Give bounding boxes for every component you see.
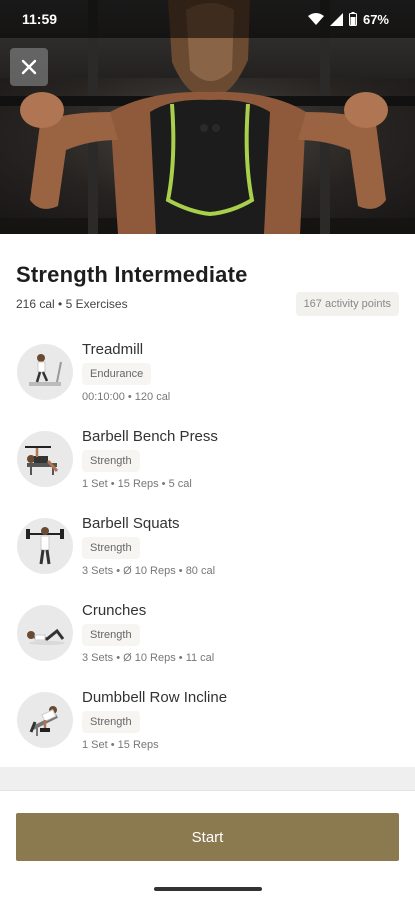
battery-icon	[348, 12, 357, 26]
exercise-name: Treadmill	[82, 341, 144, 358]
workout-meta: 216 cal • 5 Exercises	[16, 297, 128, 311]
exercise-tag: Strength	[82, 450, 140, 472]
close-icon	[21, 59, 37, 75]
exercise-name: Barbell Bench Press	[82, 428, 218, 445]
exercise-detail: 00:10:00 • 120 cal	[82, 391, 171, 403]
exercise-detail: 1 Set • 15 Reps	[82, 739, 159, 751]
hero-image: 11:59 67%	[0, 0, 415, 234]
exercise-list: Treadmill Endurance 00:10:00 • 120 cal B…	[0, 339, 415, 774]
bench-press-thumbnail	[17, 431, 73, 487]
exercise-name: Barbell Squats	[82, 515, 180, 532]
exercise-tag: Strength	[82, 711, 140, 733]
status-time: 11:59	[22, 11, 58, 27]
home-indicator[interactable]	[154, 887, 262, 891]
exercise-item-barbell-bench-press[interactable]: Barbell Bench Press Strength 1 Set • 15 …	[0, 426, 415, 513]
status-bar: 11:59 67%	[0, 0, 415, 38]
treadmill-thumbnail	[17, 344, 73, 400]
workout-title: Strength Intermediate	[16, 262, 248, 287]
close-button[interactable]	[10, 48, 48, 86]
footer: Start	[0, 790, 415, 900]
divider-strip	[0, 767, 415, 790]
exercise-tag: Endurance	[82, 363, 152, 385]
activity-points-badge: 167 activity points	[295, 292, 399, 316]
squats-thumbnail	[17, 518, 73, 574]
exercise-detail: 1 Set • 15 Reps • 5 cal	[82, 478, 192, 490]
exercise-name: Crunches	[82, 602, 147, 619]
exercise-detail: 3 Sets • Ø 10 Reps • 80 cal	[82, 565, 216, 577]
workout-details: Strength Intermediate 216 cal • 5 Exerci…	[0, 234, 415, 790]
exercise-tag: Strength	[82, 624, 140, 646]
exercise-detail: 3 Sets • Ø 10 Reps • 11 cal	[82, 652, 215, 664]
status-icons: 67%	[307, 11, 389, 27]
crunches-thumbnail	[17, 605, 73, 661]
exercise-item-treadmill[interactable]: Treadmill Endurance 00:10:00 • 120 cal	[0, 339, 415, 426]
dumbbell-row-thumbnail	[17, 692, 73, 748]
exercise-item-crunches[interactable]: Crunches Strength 3 Sets • Ø 10 Reps • 1…	[0, 600, 415, 687]
battery-percent: 67%	[362, 11, 389, 27]
exercise-item-dumbbell-row-incline[interactable]: Dumbbell Row Incline Strength 1 Set • 15…	[0, 687, 415, 774]
exercise-item-barbell-squats[interactable]: Barbell Squats Strength 3 Sets • Ø 10 Re…	[0, 513, 415, 600]
wifi-icon	[307, 12, 324, 25]
cell-signal-icon	[329, 12, 343, 26]
exercise-name: Dumbbell Row Incline	[82, 689, 228, 706]
exercise-tag: Strength	[82, 537, 140, 559]
start-button[interactable]: Start	[16, 813, 399, 861]
